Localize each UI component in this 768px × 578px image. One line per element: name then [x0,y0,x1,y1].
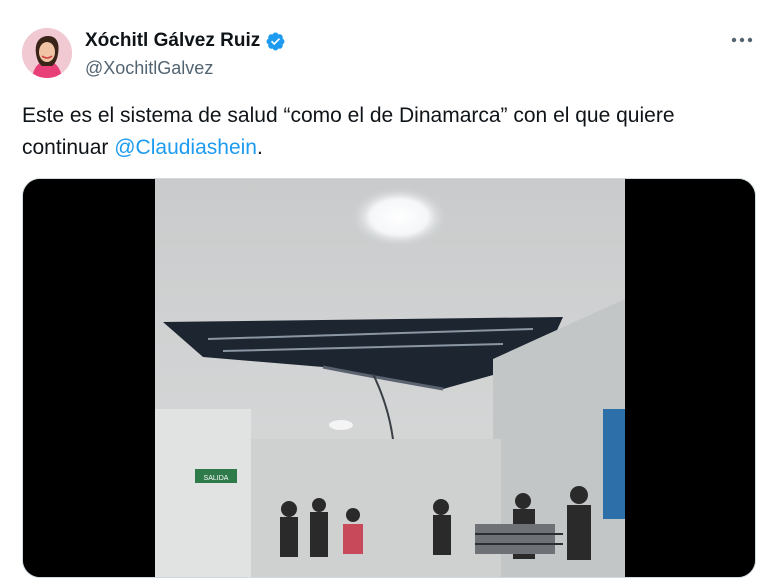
mention-link[interactable]: @Claudiashein [114,136,257,159]
avatar-image [22,28,72,78]
tweet-video[interactable]: SALIDA [22,178,756,578]
exit-sign: SALIDA [204,475,229,482]
more-horizontal-icon [731,37,753,43]
tweet-text-end: . [256,136,263,159]
tweet-text: Este es el sistema de salud “como el de … [22,100,742,164]
author-handle[interactable]: @XochitlGalvez [85,58,213,79]
more-options-button[interactable] [730,30,754,50]
verified-badge-icon[interactable] [265,31,286,52]
video-frame-image: SALIDA [23,179,755,577]
author-name-row: Xóchitl Gálvez Ruiz [85,30,286,52]
avatar[interactable] [22,28,72,78]
tweet: Xóchitl Gálvez Ruiz @XochitlGalvez Este … [0,0,768,578]
author-display-name[interactable]: Xóchitl Gálvez Ruiz [85,30,260,52]
